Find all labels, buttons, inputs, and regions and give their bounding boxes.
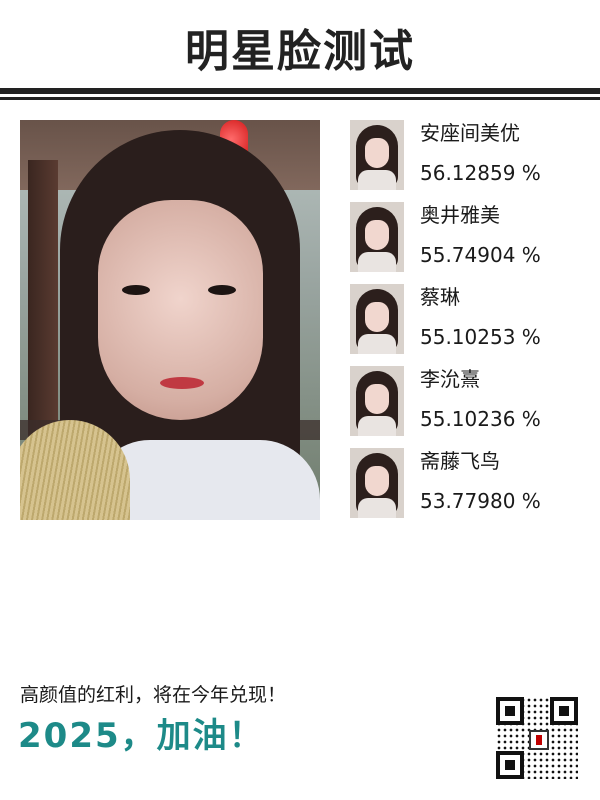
header-divider-thick — [0, 88, 600, 94]
match-thumbnail — [350, 366, 404, 436]
thumb-face — [365, 466, 389, 496]
match-score: 55.10236 % — [420, 407, 541, 431]
thumb-face — [365, 384, 389, 414]
thumb-face — [365, 220, 389, 250]
match-name: 蔡琳 — [420, 285, 460, 309]
match-name: 奥井雅美 — [420, 203, 500, 227]
page-title: 明星脸测试 — [185, 26, 415, 77]
match-name: 李沇熹 — [420, 367, 480, 391]
thumb-face — [365, 302, 389, 332]
match-score: 53.77980 % — [420, 489, 541, 513]
match-item-2: 奥井雅美 55.74904 % — [350, 202, 580, 274]
qr-finder-top-right — [550, 697, 578, 725]
header-divider-thin — [0, 97, 600, 100]
thumb-body — [358, 498, 396, 518]
thumb-face — [365, 138, 389, 168]
match-score: 55.10253 % — [420, 325, 541, 349]
thumb-body — [358, 170, 396, 190]
photo-eye-right — [208, 285, 236, 295]
match-item-4: 李沇熹 55.10236 % — [350, 366, 580, 438]
match-item-3: 蔡琳 55.10253 % — [350, 284, 580, 356]
match-name: 安座间美优 — [420, 121, 520, 145]
qr-finder-top-left — [496, 697, 524, 725]
match-thumbnail — [350, 202, 404, 272]
match-name: 斋藤飞鸟 — [420, 449, 500, 473]
user-photo — [20, 120, 320, 520]
photo-eye-left — [122, 285, 150, 295]
thumb-body — [358, 334, 396, 354]
qr-code — [496, 697, 578, 779]
match-item-5: 斋藤飞鸟 53.77980 % — [350, 448, 580, 520]
match-item-1: 安座间美优 56.12859 % — [350, 120, 580, 192]
match-thumbnail — [350, 448, 404, 518]
photo-lips — [160, 377, 204, 389]
match-score: 55.74904 % — [420, 243, 541, 267]
thumb-body — [358, 252, 396, 272]
thumb-body — [358, 416, 396, 436]
qr-center-logo — [529, 730, 549, 750]
footer-slogan: 2025，加油！ — [18, 716, 265, 756]
match-thumbnail — [350, 284, 404, 354]
match-thumbnail — [350, 120, 404, 190]
match-score: 56.12859 % — [420, 161, 541, 185]
footer-text: 高颜值的红利，将在今年兑现！ — [20, 684, 287, 706]
qr-finder-bottom-left — [496, 751, 524, 779]
